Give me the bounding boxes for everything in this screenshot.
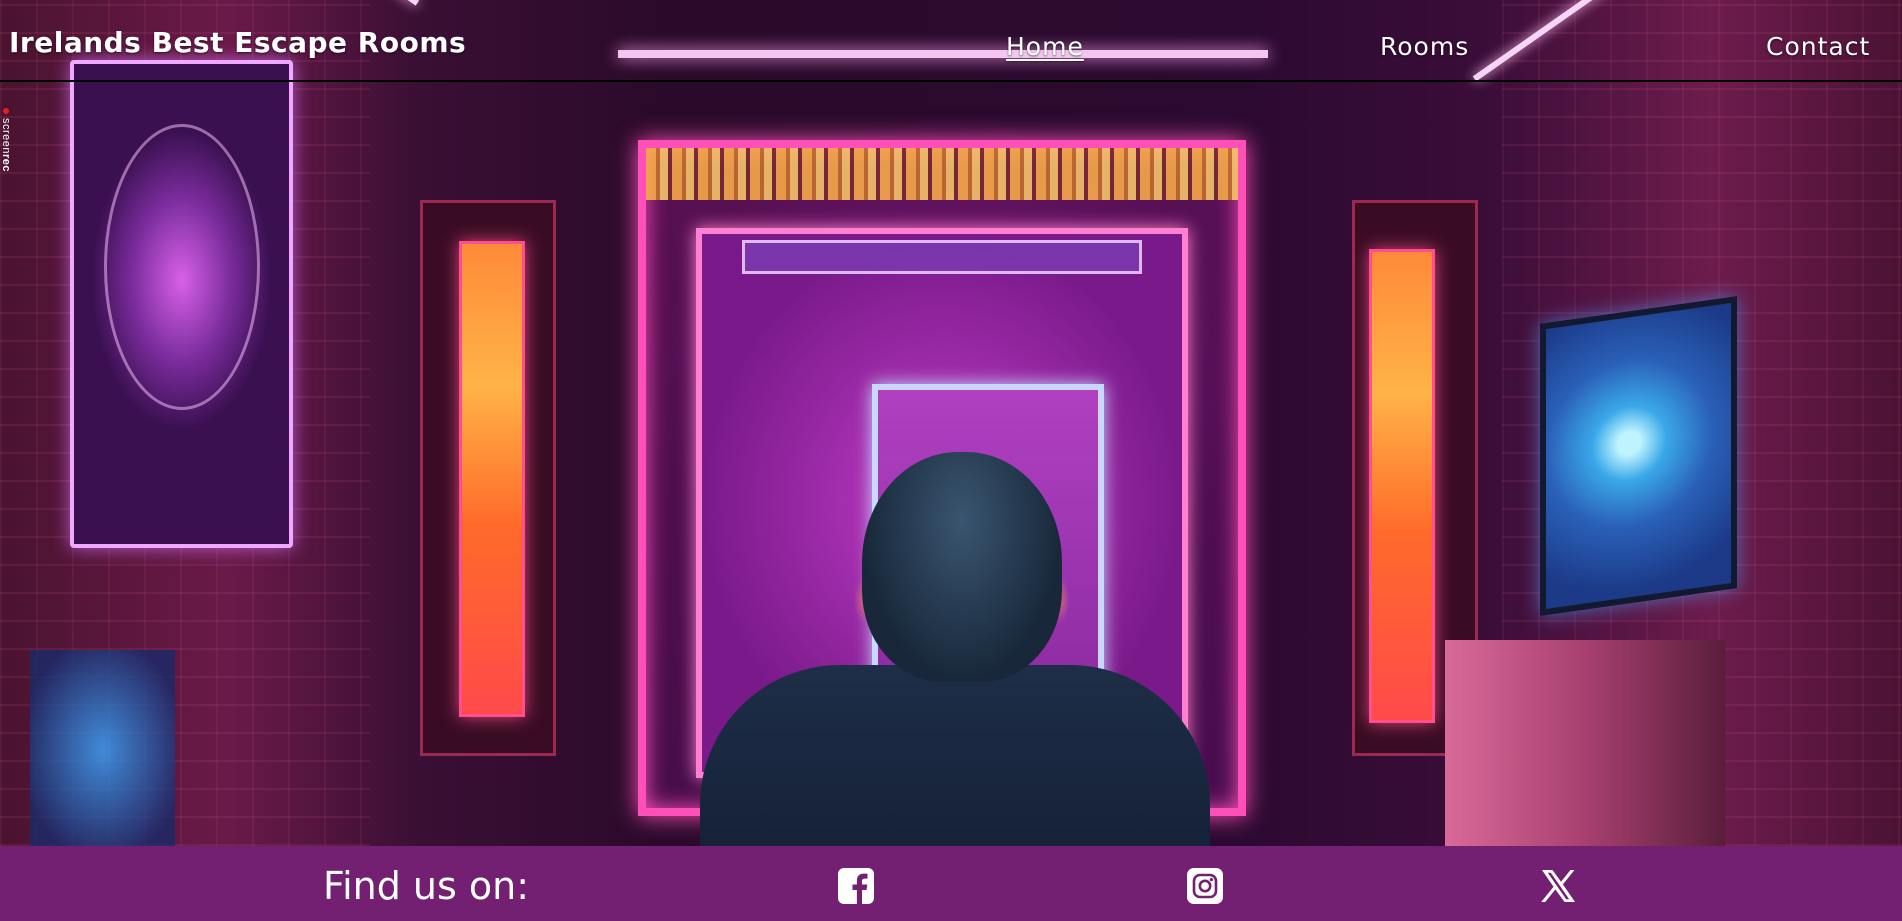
cabinet <box>1445 640 1725 846</box>
nav-link-rooms[interactable]: Rooms <box>1380 32 1469 61</box>
hero-image <box>0 0 1902 846</box>
left-neon-window <box>420 200 556 756</box>
instagram-link[interactable] <box>1186 867 1224 905</box>
record-dot-icon <box>3 108 9 114</box>
site-logo-text[interactable]: Irelands Best Escape Rooms <box>9 26 466 59</box>
watermark-text: screen <box>0 118 12 155</box>
x-twitter-link[interactable] <box>1539 867 1577 905</box>
x-icon <box>1541 870 1575 902</box>
nav-link-contact[interactable]: Contact <box>1766 32 1870 61</box>
instagram-icon <box>1187 868 1223 904</box>
nav-link-home[interactable]: Home <box>1006 32 1084 61</box>
facebook-icon <box>838 868 874 904</box>
find-us-label: Find us on: <box>323 864 530 908</box>
left-wall-screen <box>70 60 293 548</box>
person-body <box>700 665 1210 846</box>
screenrec-watermark: screenrec <box>0 108 12 208</box>
lower-left-screen <box>30 650 175 846</box>
person-head <box>862 452 1062 682</box>
watermark-text-bold: rec <box>0 154 12 173</box>
wall-tv <box>1540 296 1737 616</box>
site-footer: Find us on: <box>0 846 1902 921</box>
facebook-link[interactable] <box>837 867 875 905</box>
site-header: Irelands Best Escape Rooms Home Rooms Co… <box>0 0 1902 82</box>
